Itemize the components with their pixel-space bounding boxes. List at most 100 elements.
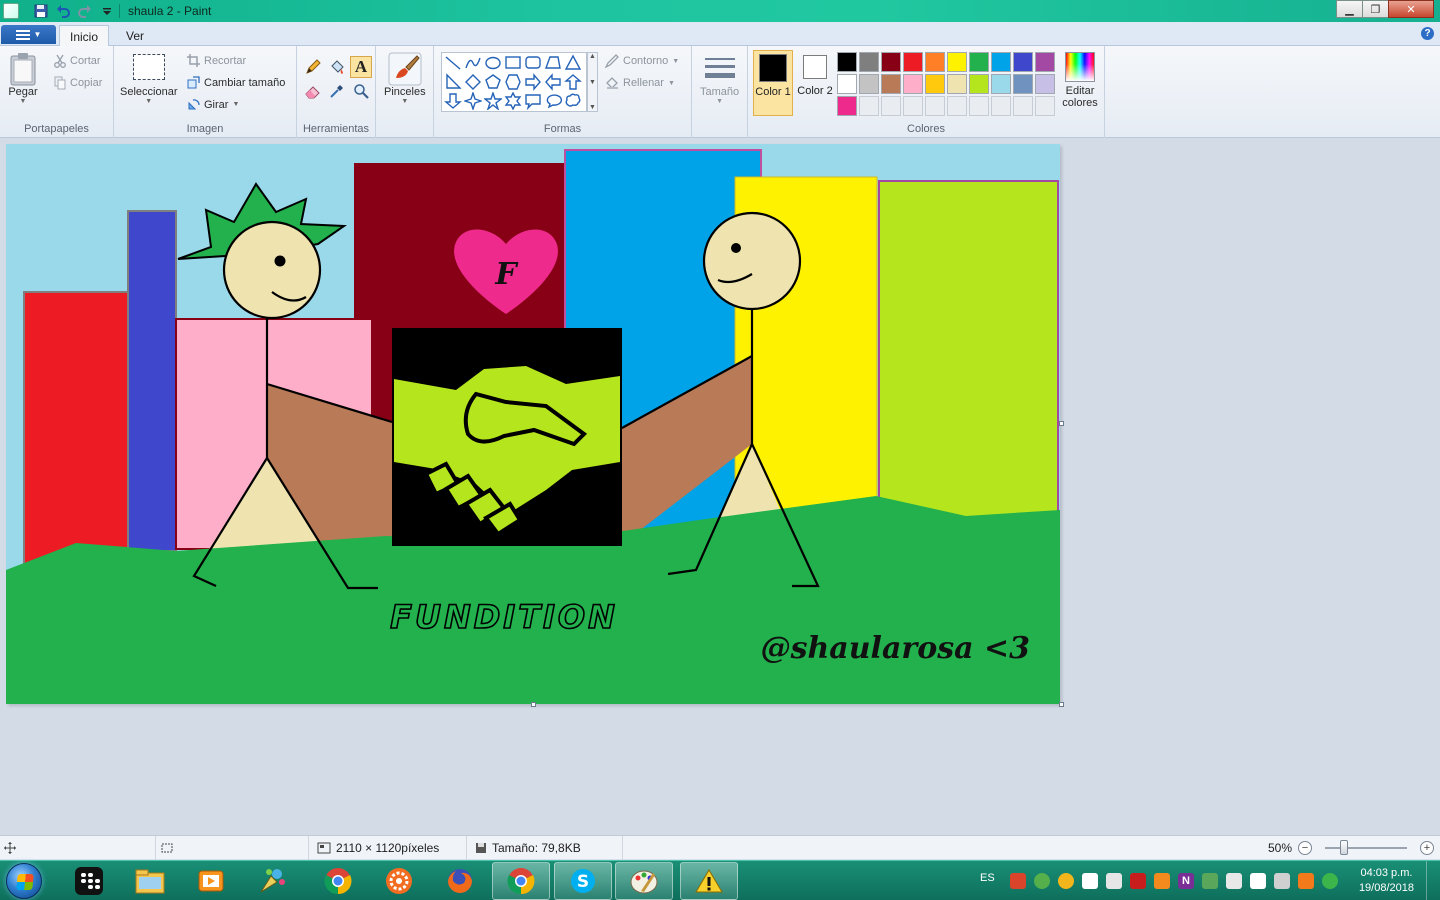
save-icon[interactable] (33, 3, 49, 19)
resize-handle-right[interactable] (1059, 421, 1064, 426)
tray-app-icon[interactable] (1010, 873, 1026, 889)
tab-view[interactable]: Ver (116, 25, 154, 46)
palette-swatch[interactable] (925, 52, 945, 72)
undo-icon[interactable] (55, 3, 71, 19)
rect-callout-shape-icon[interactable] (524, 92, 542, 110)
taskbar-media-player[interactable] (182, 862, 240, 900)
taskbar-paint[interactable] (615, 862, 673, 900)
oval-callout-shape-icon[interactable] (544, 92, 562, 110)
customize-toolbar-icon[interactable] (99, 3, 115, 19)
resize-handle-corner[interactable] (1059, 702, 1064, 707)
palette-empty-slot[interactable] (969, 96, 989, 116)
palette-swatch[interactable] (903, 52, 923, 72)
taskbar-chrome-1[interactable] (309, 862, 367, 900)
arrow-up-shape-icon[interactable] (564, 73, 582, 91)
magnifier-icon[interactable] (350, 80, 372, 102)
taskbar-chrome-2[interactable] (492, 862, 550, 900)
minimize-button[interactable]: ▁ (1336, 0, 1363, 18)
zoom-in-button[interactable]: + (1420, 841, 1434, 855)
palette-swatch[interactable] (947, 74, 967, 94)
palette-swatch[interactable] (903, 74, 923, 94)
close-button[interactable]: ✕ (1388, 0, 1434, 18)
fill-bucket-icon[interactable] (326, 56, 348, 78)
clock[interactable]: 04:03 p.m. 19/08/2018 (1359, 866, 1414, 896)
pencil-icon[interactable] (302, 56, 324, 78)
six-point-star-shape-icon[interactable] (504, 92, 522, 110)
help-icon[interactable]: ? (1421, 27, 1434, 40)
line-shape-icon[interactable] (444, 54, 462, 72)
color2-selector[interactable]: Color 2 (795, 50, 835, 116)
palette-swatch[interactable] (837, 52, 857, 72)
arrow-down-shape-icon[interactable] (444, 92, 462, 110)
color-picker-icon[interactable] (326, 80, 348, 102)
palette-swatch[interactable] (947, 52, 967, 72)
palette-swatch[interactable] (1013, 52, 1033, 72)
arrow-left-shape-icon[interactable] (544, 73, 562, 91)
pentagon-shape-icon[interactable] (484, 73, 502, 91)
palette-empty-slot[interactable] (1035, 96, 1055, 116)
palette-empty-slot[interactable] (1013, 96, 1033, 116)
fill-button[interactable]: Rellenar ▼ (605, 76, 675, 90)
rounded-rectangle-shape-icon[interactable] (524, 54, 542, 72)
start-button[interactable] (6, 863, 42, 899)
oval-shape-icon[interactable] (484, 54, 502, 72)
arrow-right-shape-icon[interactable] (524, 73, 542, 91)
cut-button[interactable]: Cortar (54, 54, 101, 68)
action-center-flag-icon[interactable] (1250, 873, 1266, 889)
tray-pdf-icon[interactable] (1130, 873, 1146, 889)
show-desktop-button[interactable] (1426, 861, 1440, 900)
maximize-button[interactable]: ❐ (1362, 0, 1389, 18)
eraser-icon[interactable] (302, 80, 324, 102)
paint-app-icon[interactable] (3, 3, 19, 19)
tray-device-icon[interactable] (1106, 873, 1122, 889)
crop-button[interactable]: Recortar (187, 54, 246, 67)
resize-button[interactable]: Cambiar tamaño (187, 76, 285, 89)
shapes-scroll[interactable]: ▲ ▼ ▼ (587, 52, 598, 112)
palette-swatch[interactable] (991, 52, 1011, 72)
tray-update-icon[interactable] (1058, 873, 1074, 889)
drawing-canvas[interactable]: F FUNDITION @shaularosa <3 (6, 144, 1060, 704)
palette-swatch[interactable] (837, 96, 857, 116)
palette-empty-slot[interactable] (947, 96, 967, 116)
tray-usb-icon[interactable] (1226, 873, 1242, 889)
taskbar-skype[interactable]: S (554, 862, 612, 900)
palette-swatch[interactable] (969, 52, 989, 72)
palette-swatch[interactable] (1035, 74, 1055, 94)
resize-handle-bottom[interactable] (531, 702, 536, 707)
taskbar-file-explorer[interactable] (121, 862, 179, 900)
copy-button[interactable]: Copiar (54, 76, 102, 90)
color1-selector[interactable]: Color 1 (753, 50, 793, 116)
cloud-callout-shape-icon[interactable] (564, 92, 582, 110)
redo-icon[interactable] (77, 3, 93, 19)
outline-button[interactable]: Contorno ▼ (605, 54, 679, 68)
five-point-star-shape-icon[interactable] (484, 92, 502, 110)
hexagon-shape-icon[interactable] (504, 73, 522, 91)
palette-swatch[interactable] (859, 74, 879, 94)
zoom-slider-thumb[interactable] (1340, 840, 1348, 855)
tray-sync-icon[interactable] (1034, 873, 1050, 889)
right-triangle-shape-icon[interactable] (444, 73, 462, 91)
palette-swatch[interactable] (969, 74, 989, 94)
tray-tool-icon[interactable] (1154, 873, 1170, 889)
scroll-down-icon[interactable]: ▼ (589, 79, 596, 86)
size-button[interactable]: Tamaño ▼ (700, 52, 739, 105)
palette-empty-slot[interactable] (881, 96, 901, 116)
taskbar-paint-splash[interactable] (243, 862, 301, 900)
onenote-icon[interactable]: N (1178, 873, 1194, 889)
expand-icon[interactable]: ▼ (589, 104, 596, 111)
paste-button[interactable]: Pegar ▼ (8, 52, 38, 105)
taskbar-gear-app[interactable] (370, 862, 428, 900)
palette-swatch[interactable] (859, 52, 879, 72)
zoom-slider-track[interactable] (1325, 847, 1407, 849)
tab-home[interactable]: Inicio (59, 25, 110, 46)
palette-swatch[interactable] (1035, 52, 1055, 72)
polygon-shape-icon[interactable] (544, 54, 562, 72)
volume-icon[interactable] (1274, 873, 1290, 889)
diamond-shape-icon[interactable] (464, 73, 482, 91)
tray-avast-icon[interactable] (1298, 873, 1314, 889)
file-menu-button[interactable]: ▼ (1, 25, 56, 44)
palette-empty-slot[interactable] (859, 96, 879, 116)
tray-network-app-icon[interactable] (1202, 873, 1218, 889)
palette-empty-slot[interactable] (903, 96, 923, 116)
tray-clipboard-icon[interactable] (1082, 873, 1098, 889)
